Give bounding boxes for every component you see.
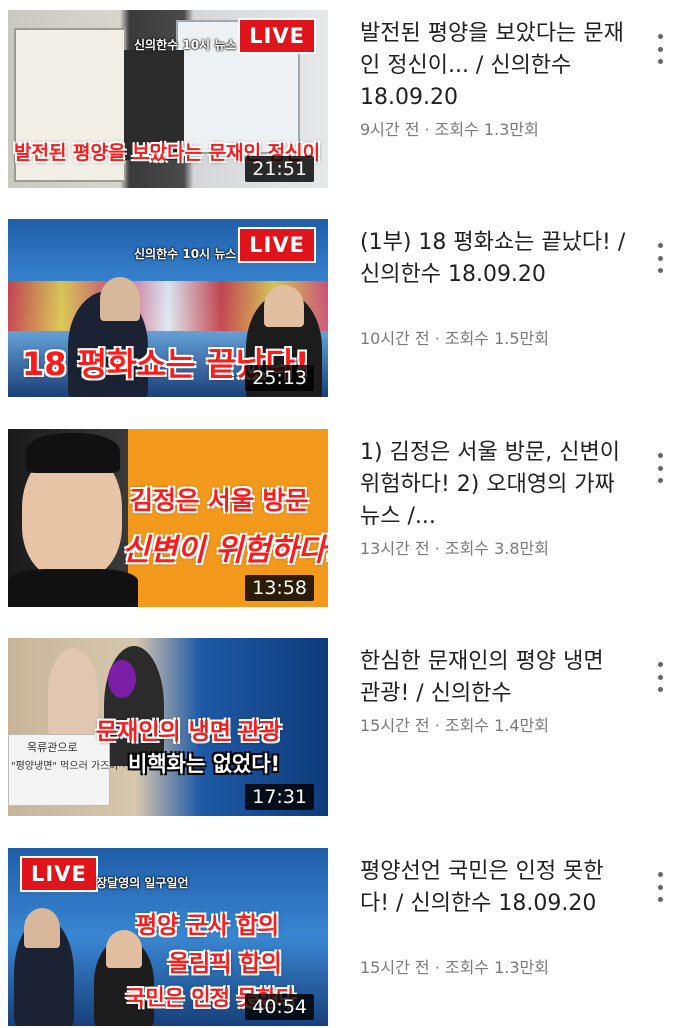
video-list: LIVE 신의한수 10시 뉴스 발전된 평양을 보았다는 문재인 정신이 21… bbox=[0, 0, 694, 1028]
face-left bbox=[24, 908, 60, 948]
more-options-icon[interactable] bbox=[650, 34, 670, 64]
video-meta: 15시간 전 · 조회수 1.4만회 bbox=[360, 716, 549, 735]
more-options-icon[interactable] bbox=[650, 872, 670, 902]
video-duration: 21:51 bbox=[245, 156, 314, 182]
video-item[interactable]: LIVE 신의한수 10시 뉴스 발전된 평양을 보았다는 문재인 정신이 21… bbox=[0, 10, 694, 190]
video-title[interactable]: (1부) 18 평화쇼는 끝났다! / 신의한수 18.09.20 bbox=[360, 227, 630, 291]
thumbnail-caption: 비핵화는 없었다! bbox=[128, 752, 281, 776]
video-thumbnail[interactable]: LIVE 신의한수 10시 뉴스 18 평화쇼는 끝났다! 25:13 bbox=[8, 219, 328, 397]
video-duration: 40:54 bbox=[245, 994, 314, 1020]
thumbnail-caption: 올림픽 합의 bbox=[168, 951, 282, 977]
suit bbox=[8, 569, 138, 607]
banner: 옥류관으로 "평양냉면" 먹으러 가즈아~! bbox=[8, 734, 131, 806]
channel-tag: 신의한수 10시 뉴스 bbox=[134, 38, 237, 52]
thumbnail-caption: 문재인의 냉면 관광 bbox=[96, 719, 282, 745]
video-meta: 10시간 전 · 조회수 1.5만회 bbox=[360, 329, 549, 348]
video-item[interactable]: LIVE 장달영의 일구일언 평양 군사 합의 올림픽 합의 국민은 인정 못한… bbox=[0, 848, 694, 1028]
face-right bbox=[264, 285, 304, 327]
channel-tag: 신의한수 10시 뉴스 bbox=[134, 247, 237, 261]
video-duration: 13:58 bbox=[245, 575, 314, 601]
live-badge: LIVE bbox=[238, 18, 316, 54]
video-thumbnail[interactable]: 김정은 서울 방문 신변이 위험하다! 13:58 bbox=[8, 429, 328, 607]
more-options-icon[interactable] bbox=[650, 243, 670, 273]
live-badge: LIVE bbox=[20, 856, 98, 892]
video-item[interactable]: LIVE 신의한수 10시 뉴스 18 평화쇼는 끝났다! 25:13 (1부)… bbox=[0, 219, 694, 399]
banner-text: "평양냉면" 먹으러 가즈아~! bbox=[11, 761, 131, 772]
video-item[interactable]: 김정은 서울 방문 신변이 위험하다! 13:58 1) 김정은 서울 방문, … bbox=[0, 429, 694, 609]
person bbox=[48, 648, 98, 738]
more-options-icon[interactable] bbox=[650, 662, 670, 692]
video-thumbnail[interactable]: LIVE 장달영의 일구일언 평양 군사 합의 올림픽 합의 국민은 인정 못한… bbox=[8, 848, 328, 1026]
thumbnail-caption: 김정은 서울 방문 bbox=[130, 486, 309, 515]
video-duration: 25:13 bbox=[245, 365, 314, 391]
video-duration: 17:31 bbox=[245, 784, 314, 810]
thumbnail-caption: 신변이 위험하다! bbox=[122, 533, 328, 568]
more-options-icon[interactable] bbox=[650, 453, 670, 483]
video-meta: 13시간 전 · 조회수 3.8만회 bbox=[360, 539, 549, 558]
video-meta: 9시간 전 · 조회수 1.3만회 bbox=[360, 120, 539, 139]
hair bbox=[26, 433, 120, 473]
banner-text: 옥류관으로 bbox=[27, 741, 78, 754]
video-title[interactable]: 1) 김정은 서울 방문, 신변이 위험하다! 2) 오대영의 가짜뉴스 /..… bbox=[360, 437, 630, 533]
thumbnail-caption: 평양 군사 합의 bbox=[136, 913, 279, 939]
face-left bbox=[100, 277, 140, 321]
video-thumbnail[interactable]: LIVE 신의한수 10시 뉴스 발전된 평양을 보았다는 문재인 정신이 21… bbox=[8, 10, 328, 188]
channel-tag: 장달영의 일구일언 bbox=[96, 876, 189, 890]
video-thumbnail[interactable]: 옥류관으로 "평양냉면" 먹으러 가즈아~! 문재인의 냉면 관광 비핵화는 없… bbox=[8, 638, 328, 816]
balloon bbox=[108, 660, 136, 698]
video-meta: 15시간 전 · 조회수 1.3만회 bbox=[360, 958, 549, 977]
video-item[interactable]: 옥류관으로 "평양냉면" 먹으러 가즈아~! 문재인의 냉면 관광 비핵화는 없… bbox=[0, 638, 694, 818]
video-title[interactable]: 한심한 문재인의 평양 냉면 관광! / 신의한수 bbox=[360, 646, 630, 710]
live-badge: LIVE bbox=[238, 227, 316, 263]
video-title[interactable]: 발전된 평양을 보았다는 문재인 정신이... / 신의한수 18.09.20 bbox=[360, 18, 630, 114]
video-title[interactable]: 평양선언 국민은 인정 못한다! / 신의한수 18.09.20 bbox=[360, 856, 630, 920]
